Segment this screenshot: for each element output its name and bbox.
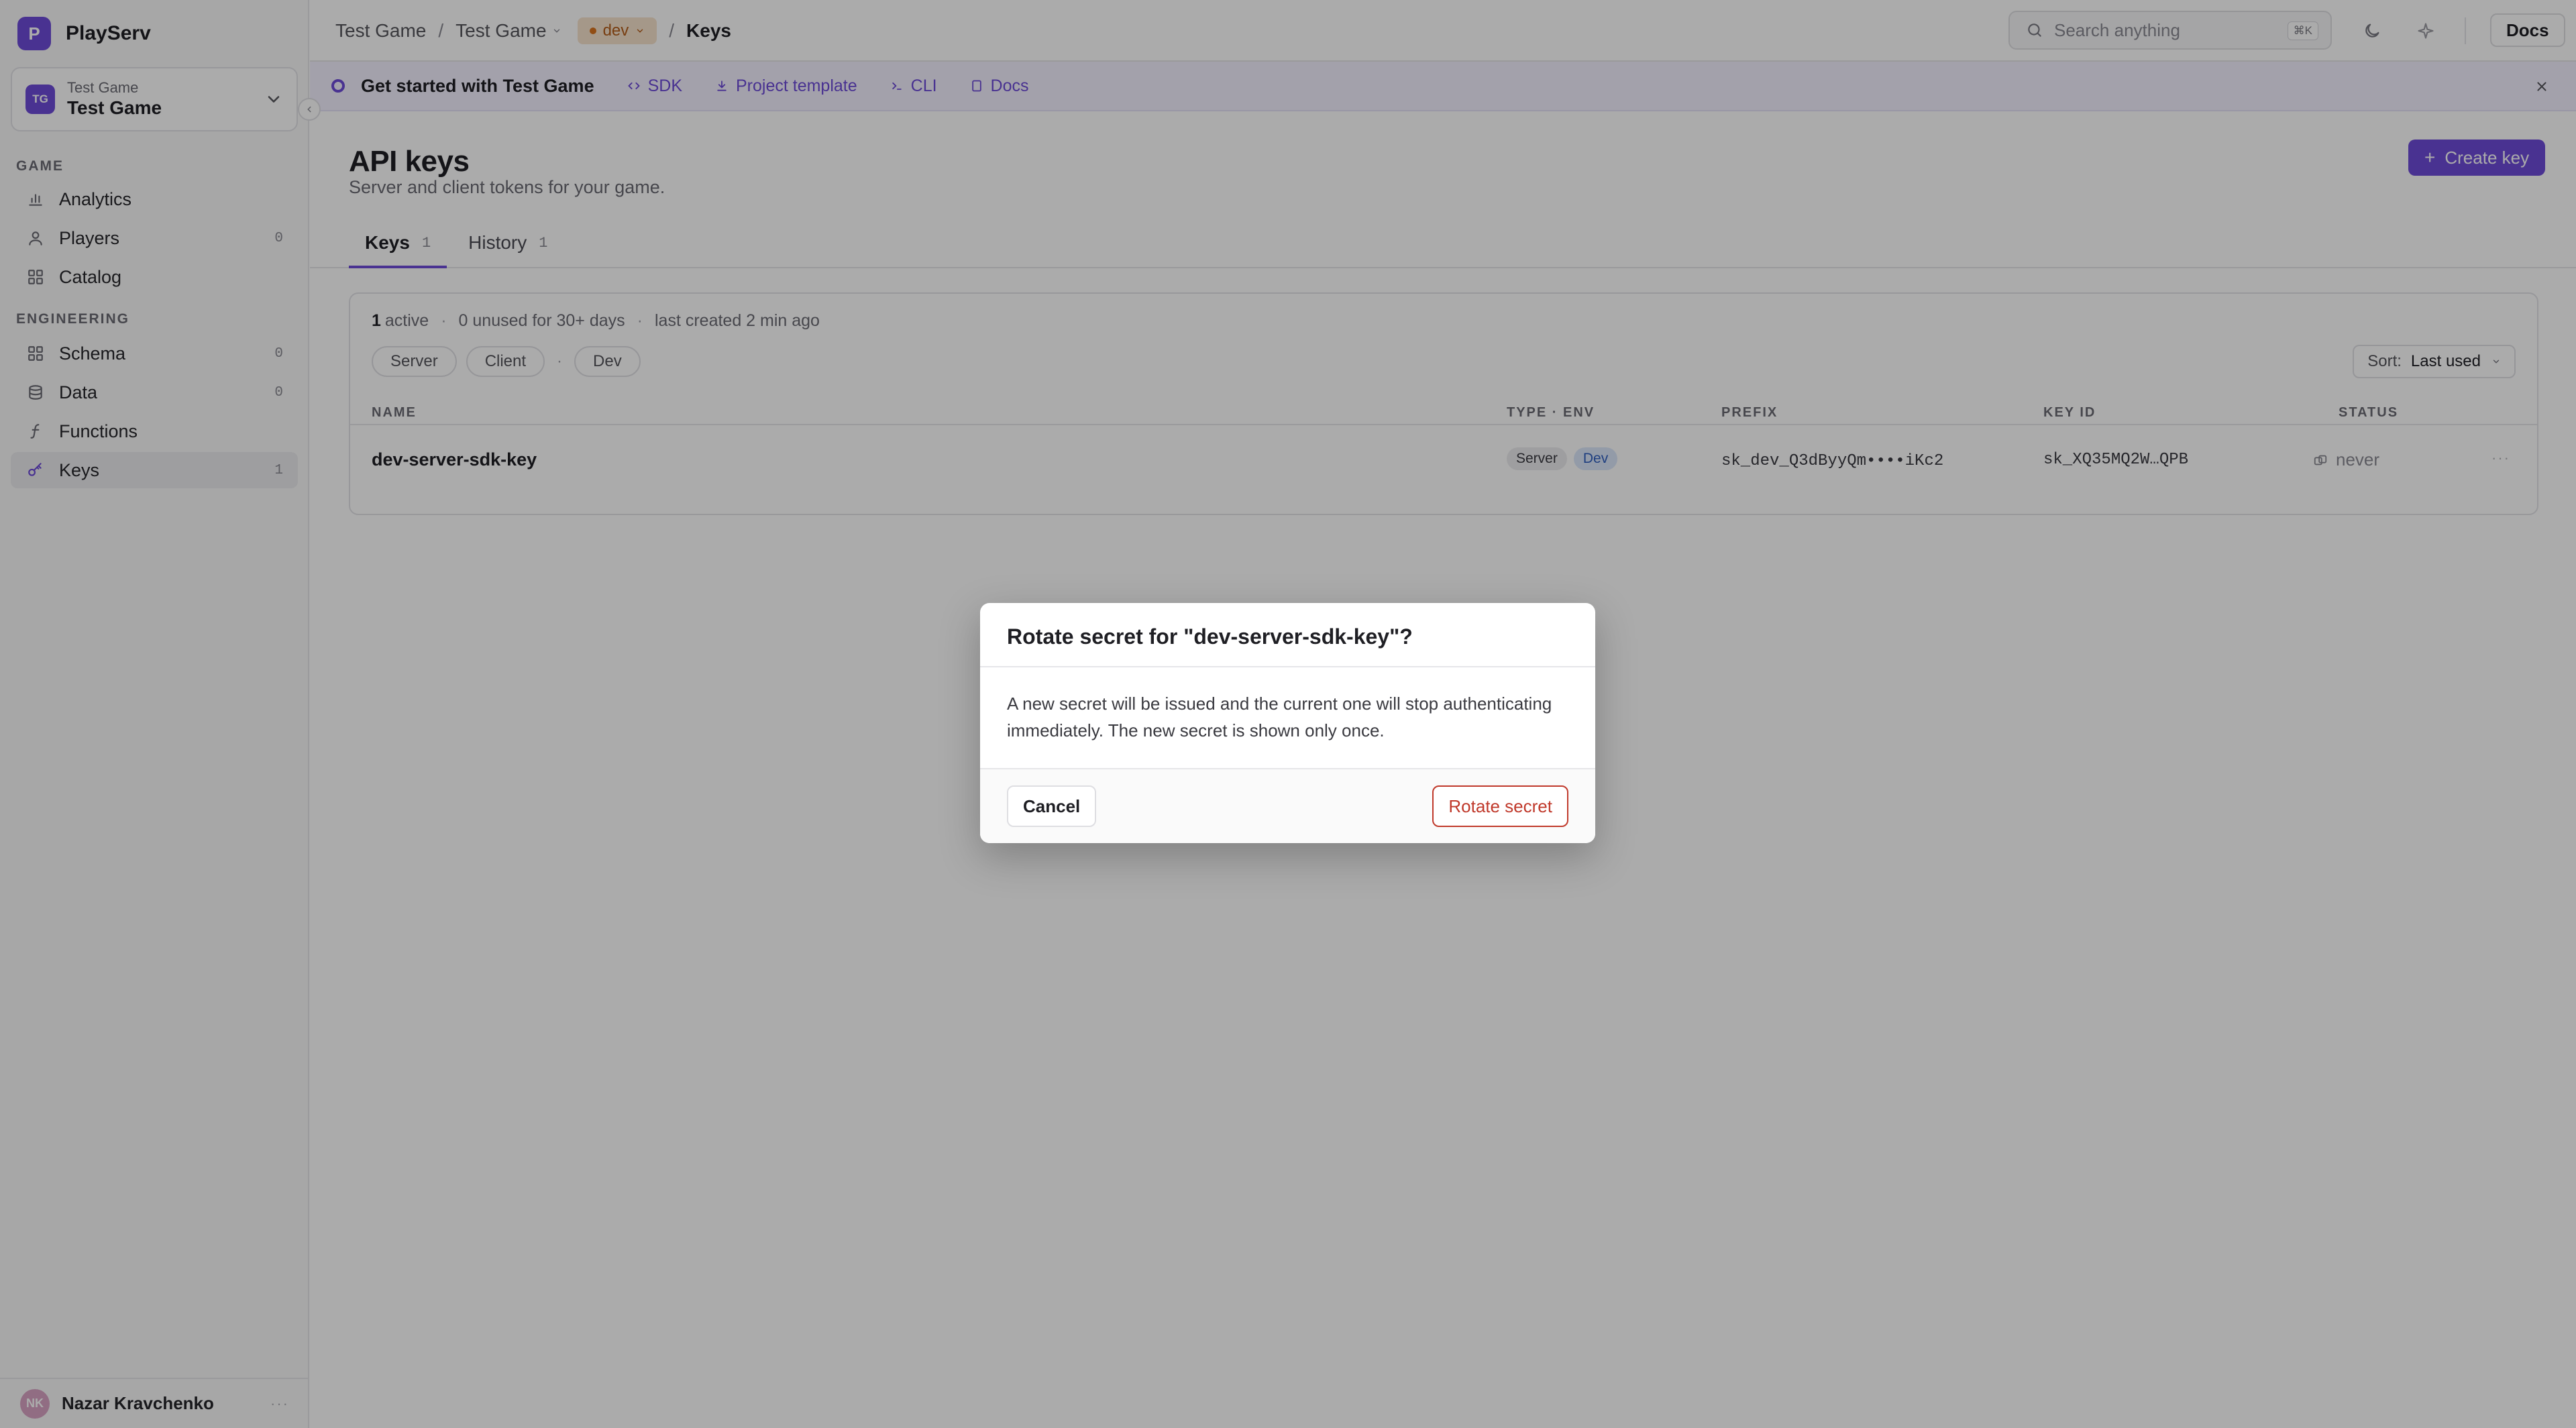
dialog-body: A new secret will be issued and the curr… [1007,694,1552,740]
dialog-footer: Cancel Rotate secret [980,768,1595,843]
dialog-title: Rotate secret for "dev-server-sdk-key"? [1007,624,1413,649]
rotate-secret-button[interactable]: Rotate secret [1432,785,1568,827]
rotate-secret-dialog: Rotate secret for "dev-server-sdk-key"? … [980,603,1595,843]
app-root: P PlayServ TG Test Game Test Game GAME A… [0,0,2576,1428]
cancel-button[interactable]: Cancel [1007,785,1097,827]
dialog-header: Rotate secret for "dev-server-sdk-key"? [980,603,1595,667]
